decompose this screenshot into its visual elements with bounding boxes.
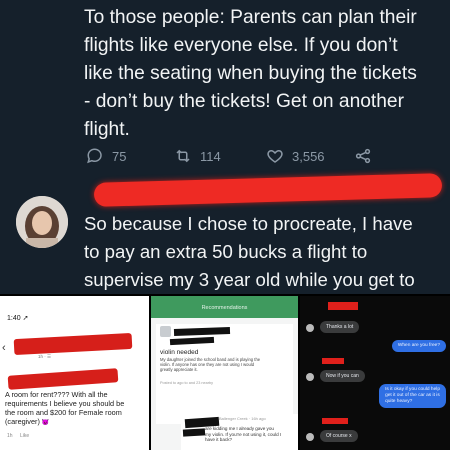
reply-count: 75 <box>112 148 127 164</box>
outgoing-message-text: When are you free? <box>397 343 440 348</box>
recommendations-header: Recommendations <box>151 296 298 318</box>
redacted-username <box>93 173 443 207</box>
retweet-button[interactable]: 114 <box>174 145 221 167</box>
tweet-line: - don’t buy the tickets! Get on another <box>84 91 404 112</box>
avatar <box>160 326 171 337</box>
reply-line: are kidding me I already gave you <box>205 426 274 431</box>
tweet-line: like the seating when buying the tickets <box>84 63 417 84</box>
reply-text: So because I chose to procreate, I have … <box>84 210 450 294</box>
redacted-name <box>13 332 133 356</box>
contact-avatar <box>306 324 314 332</box>
post-line: (caregiver) 😈 <box>5 417 149 428</box>
reply-line: to pay an extra 50 bucks a flight to <box>84 241 368 262</box>
facebook-post-panel: 1:40 ➚ ‹ 1h · ☰ A room for rent???? With… <box>0 296 149 450</box>
outgoing-message-line: quite heavy? <box>385 399 413 404</box>
post-line-last: (caregiver) <box>5 417 40 426</box>
status-time: 1:40 ➚ <box>7 314 28 322</box>
redacted-name <box>173 327 231 336</box>
incoming-message: Of course x <box>320 430 358 442</box>
redacted-message <box>328 302 358 310</box>
incoming-message: Thanks a lot <box>320 321 360 333</box>
reply-line: have it back? <box>205 437 233 443</box>
tweet-text: To those people: Parents can plan their … <box>84 4 448 144</box>
post-card: violin needed My daughter joined the sch… <box>156 324 293 424</box>
like-count: 3,556 <box>292 148 325 164</box>
messenger-panel: Thanks a lot When are you free? Now if y… <box>300 296 450 450</box>
contact-avatar <box>306 373 314 381</box>
reply-button[interactable]: 75 <box>86 145 126 167</box>
redacted-message <box>322 358 344 364</box>
tweet-line: To those people: Parents can plan their <box>84 7 417 28</box>
reply-card: Ballenger Creek · 16h ago are kidding me… <box>181 414 298 450</box>
redacted-message <box>322 418 348 424</box>
reply-line: supervise my 3 year old while you get to <box>84 269 415 290</box>
back-arrow-icon[interactable]: ‹ <box>2 342 6 354</box>
footer-time: 1h <box>7 433 13 439</box>
like-link[interactable]: Like <box>20 433 29 439</box>
post-line: requirements I believe you should be <box>5 399 125 408</box>
retweet-count: 114 <box>200 148 221 164</box>
incoming-message: Now if you can <box>320 370 365 382</box>
status-time-text: 1:40 <box>7 315 21 322</box>
contact-avatar <box>306 433 314 441</box>
post-line: A room for rent???? With all the <box>5 390 108 399</box>
post-meta-time: 1h <box>38 354 44 359</box>
share-icon <box>355 148 371 164</box>
reply-text: are kidding me I already gave you my vio… <box>205 426 281 443</box>
location-arrow-icon: ➚ <box>22 315 29 322</box>
nextdoor-panel: Recommendations violin needed My daughte… <box>151 296 298 450</box>
redacted-mention <box>182 428 206 437</box>
share-button[interactable] <box>354 145 372 167</box>
outgoing-message: When are you free? <box>391 340 446 352</box>
outgoing-message: Is it okay if you could help get it out … <box>379 384 446 408</box>
post-description: My daughter joined the school band and i… <box>160 357 290 373</box>
desc-line: greatly appreciate it. <box>160 367 198 373</box>
tweet-line: flight. <box>84 119 130 140</box>
avatar[interactable] <box>16 196 68 248</box>
reply-line: So because I chose to procreate, I have <box>84 213 413 234</box>
emoji-icon: 😈 <box>41 420 50 426</box>
tweet-line: flights like everyone else. If you don’t <box>84 35 398 56</box>
post-meta: Posted to ago to and 23 nearby <box>160 381 213 385</box>
post-footer: 1h Like <box>7 433 35 439</box>
post-line: the room and $200 for Female room <box>5 408 122 417</box>
tweet-action-bar: 75 114 3,556 <box>86 145 386 167</box>
post-text: A room for rent???? With all the require… <box>5 390 149 428</box>
tweet-panel: To those people: Parents can plan their … <box>0 0 450 294</box>
reply-icon <box>87 148 102 164</box>
avatar-photo <box>16 196 68 248</box>
heart-icon <box>267 149 283 163</box>
retweet-icon <box>176 149 190 163</box>
reply-meta: Ballenger Creek · 16h ago <box>219 416 266 421</box>
redacted-location <box>169 336 215 346</box>
redacted-commenter <box>7 368 119 390</box>
post-meta: 1h · ☰ <box>38 354 52 359</box>
post-title: violin needed <box>160 349 199 356</box>
like-button[interactable]: 3,556 <box>266 145 325 167</box>
